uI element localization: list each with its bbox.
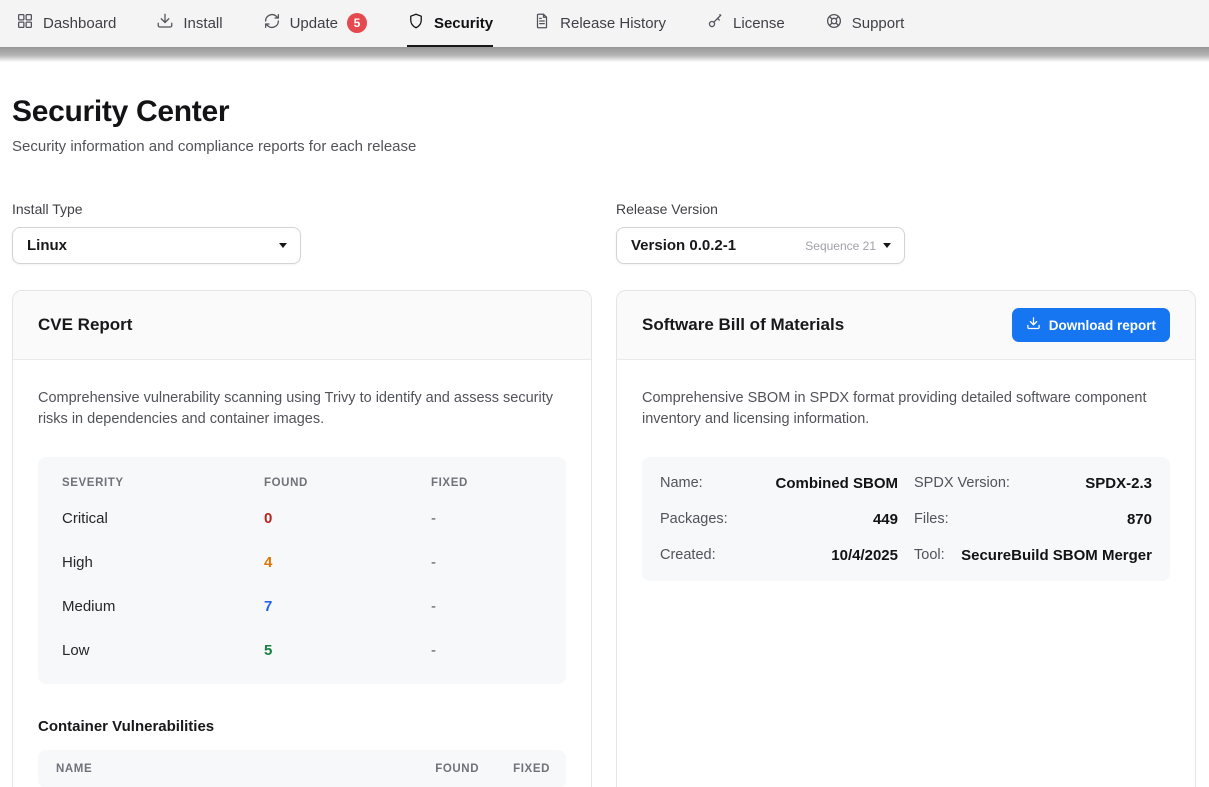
sbom-info-packages: Packages: 449 bbox=[660, 501, 898, 537]
cve-card-header: CVE Report bbox=[13, 291, 591, 360]
nav-item-install[interactable]: Install bbox=[156, 0, 222, 47]
info-label: Tool: bbox=[914, 547, 945, 563]
fixed-count: - bbox=[431, 598, 542, 615]
document-icon bbox=[533, 12, 551, 34]
table-row: Low 5 - bbox=[38, 628, 566, 672]
severity-table: Severity Found Fixed Critical 0 - High 4… bbox=[38, 457, 566, 684]
container-vulnerabilities-header: Name Found Fixed bbox=[38, 750, 566, 787]
cve-card-title: CVE Report bbox=[38, 315, 132, 335]
table-row: High 4 - bbox=[38, 540, 566, 584]
nav-item-dashboard[interactable]: Dashboard bbox=[16, 0, 116, 47]
shield-icon bbox=[407, 12, 425, 34]
severity-label: Medium bbox=[62, 598, 264, 615]
release-version-select[interactable]: Version 0.0.2-1 Sequence 21 bbox=[616, 227, 905, 264]
sbom-card-header: Software Bill of Materials Download repo… bbox=[617, 291, 1195, 360]
column-header-found: Found bbox=[264, 477, 431, 489]
cve-report-card: CVE Report Comprehensive vulnerability s… bbox=[12, 290, 592, 787]
found-count: 4 bbox=[264, 554, 431, 571]
severity-table-header: Severity Found Fixed bbox=[38, 470, 566, 496]
column-header-found: Found bbox=[435, 763, 479, 775]
chevron-down-icon bbox=[279, 243, 287, 248]
download-icon bbox=[156, 12, 174, 34]
download-report-label: Download report bbox=[1049, 318, 1156, 333]
fixed-count: - bbox=[431, 642, 542, 659]
install-type-filter: Install Type Linux bbox=[12, 201, 592, 264]
container-vulnerabilities-title: Container Vulnerabilities bbox=[38, 718, 566, 735]
nav-label: Dashboard bbox=[43, 15, 116, 32]
sbom-info-files: Files: 870 bbox=[914, 501, 1152, 537]
found-count: 5 bbox=[264, 642, 431, 659]
nav-item-license[interactable]: License bbox=[706, 0, 785, 47]
found-count: 0 bbox=[264, 510, 431, 527]
nav-label: Update bbox=[290, 15, 338, 32]
nav-label: Security bbox=[434, 15, 493, 32]
chevron-down-icon bbox=[883, 243, 891, 248]
severity-label: Critical bbox=[62, 510, 264, 527]
report-cards: CVE Report Comprehensive vulnerability s… bbox=[12, 290, 1196, 787]
info-value: SPDX-2.3 bbox=[1085, 475, 1152, 492]
key-icon bbox=[706, 12, 724, 34]
dashboard-grid-icon bbox=[16, 12, 34, 34]
install-type-select[interactable]: Linux bbox=[12, 227, 301, 264]
sbom-info-created: Created: 10/4/2025 bbox=[660, 537, 898, 573]
column-header-fixed: Fixed bbox=[431, 477, 542, 489]
download-report-button[interactable]: Download report bbox=[1012, 308, 1170, 342]
info-label: Created: bbox=[660, 547, 716, 563]
life-buoy-icon bbox=[825, 12, 843, 34]
column-header-severity: Severity bbox=[62, 477, 264, 489]
info-label: SPDX Version: bbox=[914, 475, 1010, 491]
nav-item-update[interactable]: Update 5 bbox=[263, 0, 367, 47]
page-subtitle: Security information and compliance repo… bbox=[12, 138, 1196, 155]
info-label: Packages: bbox=[660, 511, 728, 527]
download-icon bbox=[1026, 316, 1041, 334]
install-type-value: Linux bbox=[27, 237, 67, 254]
sbom-info-spdx-version: SPDX Version: SPDX-2.3 bbox=[914, 465, 1152, 501]
sbom-card: Software Bill of Materials Download repo… bbox=[616, 290, 1196, 787]
release-version-label: Release Version bbox=[616, 201, 1196, 217]
info-value: 870 bbox=[1127, 511, 1152, 528]
info-value: SecureBuild SBOM Merger bbox=[961, 547, 1152, 564]
sbom-info-grid: Name: Combined SBOM SPDX Version: SPDX-2… bbox=[642, 457, 1170, 581]
sbom-info-name: Name: Combined SBOM bbox=[660, 465, 898, 501]
info-value: Combined SBOM bbox=[776, 475, 899, 492]
install-type-label: Install Type bbox=[12, 201, 592, 217]
main-content: Security Center Security information and… bbox=[0, 95, 1209, 787]
top-navigation: Dashboard Install Update 5 Security Rele… bbox=[0, 0, 1209, 47]
nav-item-support[interactable]: Support bbox=[825, 0, 905, 47]
sbom-description: Comprehensive SBOM in SPDX format provid… bbox=[642, 388, 1169, 430]
nav-label: Support bbox=[852, 15, 905, 32]
header-shadow-divider bbox=[0, 47, 1209, 62]
info-value: 449 bbox=[873, 511, 898, 528]
found-count: 7 bbox=[264, 598, 431, 615]
info-label: Name: bbox=[660, 475, 703, 491]
sequence-hint: Sequence 21 bbox=[805, 239, 876, 253]
sbom-card-title: Software Bill of Materials bbox=[642, 315, 844, 335]
nav-label: License bbox=[733, 15, 785, 32]
nav-item-release-history[interactable]: Release History bbox=[533, 0, 666, 47]
nav-label: Release History bbox=[560, 15, 666, 32]
nav-label: Install bbox=[183, 15, 222, 32]
column-header-name: Name bbox=[56, 763, 435, 775]
info-label: Files: bbox=[914, 511, 949, 527]
severity-label: High bbox=[62, 554, 264, 571]
nav-item-security[interactable]: Security bbox=[407, 0, 493, 47]
sbom-card-body: Comprehensive SBOM in SPDX format provid… bbox=[617, 360, 1195, 609]
severity-label: Low bbox=[62, 642, 264, 659]
filters-row: Install Type Linux Release Version Versi… bbox=[12, 201, 1196, 264]
page-title: Security Center bbox=[12, 95, 1196, 129]
refresh-icon bbox=[263, 12, 281, 34]
update-count-badge: 5 bbox=[347, 13, 367, 33]
fixed-count: - bbox=[431, 554, 542, 571]
info-value: 10/4/2025 bbox=[831, 547, 898, 564]
cve-description: Comprehensive vulnerability scanning usi… bbox=[38, 388, 565, 430]
table-row: Medium 7 - bbox=[38, 584, 566, 628]
column-header-fixed: Fixed bbox=[513, 763, 550, 775]
cve-card-body: Comprehensive vulnerability scanning usi… bbox=[13, 360, 591, 787]
fixed-count: - bbox=[431, 510, 542, 527]
release-version-value: Version 0.0.2-1 bbox=[631, 237, 736, 254]
table-row: Critical 0 - bbox=[38, 496, 566, 540]
sbom-info-tool: Tool: SecureBuild SBOM Merger bbox=[914, 537, 1152, 573]
release-version-filter: Release Version Version 0.0.2-1 Sequence… bbox=[616, 201, 1196, 264]
